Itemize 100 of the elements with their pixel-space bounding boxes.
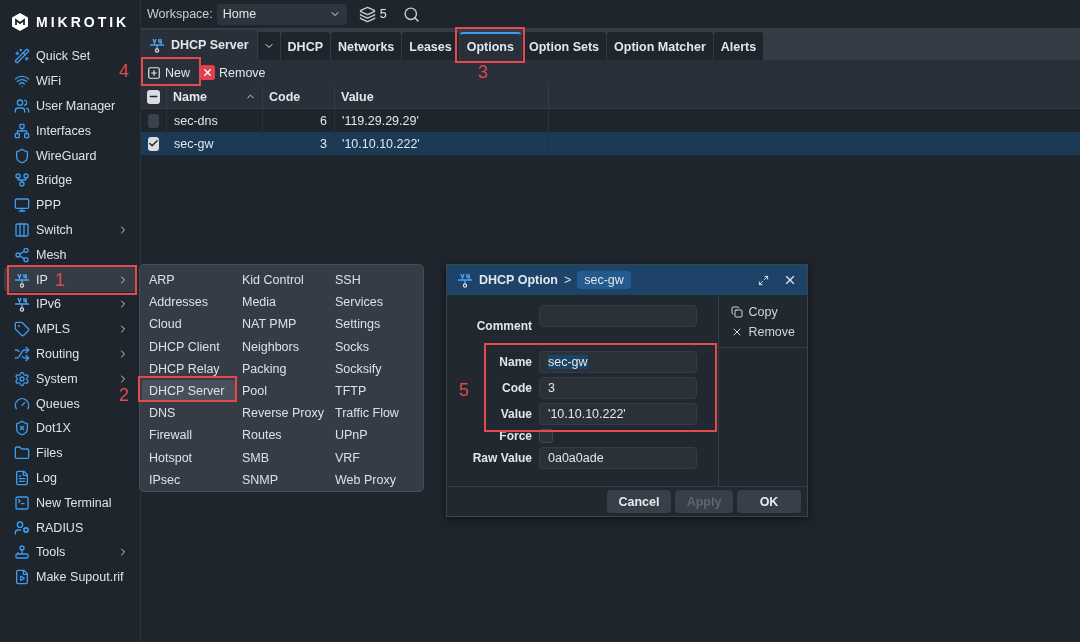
row-checkbox[interactable]: [148, 113, 159, 128]
joystick-icon: [14, 544, 30, 561]
menu-item[interactable]: Hotspot: [142, 446, 235, 469]
tab[interactable]: Alerts: [713, 32, 764, 60]
dialog-button[interactable]: OK: [737, 490, 801, 513]
windows-icon[interactable]: [358, 5, 376, 23]
tab[interactable]: Option Matcher: [607, 32, 713, 60]
tab[interactable]: Networks: [331, 32, 402, 60]
sidebar-item[interactable]: Queues: [4, 391, 88, 416]
sidebar-item[interactable]: RADIUS: [4, 515, 92, 540]
sidebar-item[interactable]: PPP: [4, 192, 69, 218]
menu-item[interactable]: ARP: [142, 269, 235, 292]
menu-item[interactable]: DHCP Client: [142, 335, 235, 358]
logo-icon: [10, 12, 30, 32]
menu-item[interactable]: Cloud: [142, 313, 235, 336]
tab[interactable]: DHCP: [280, 32, 330, 60]
sidebar-item[interactable]: Routing: [4, 341, 137, 367]
menu-item[interactable]: SNMP: [235, 468, 328, 491]
sidebar-item[interactable]: WiFi: [4, 68, 69, 94]
highlight-frame: [455, 27, 525, 63]
sidebar-item[interactable]: Mesh: [4, 242, 75, 268]
menu-item[interactable]: Addresses: [142, 291, 235, 314]
menu-item[interactable]: Firewall: [142, 424, 235, 447]
terminal-icon: [14, 494, 30, 511]
record-badge: sec-gw: [577, 271, 631, 289]
dialog-button[interactable]: Cancel: [607, 490, 671, 513]
sidebar-item[interactable]: Interfaces: [4, 118, 99, 144]
select-all-checkbox[interactable]: [147, 89, 160, 104]
menu-item[interactable]: Media: [235, 291, 328, 314]
menu-item[interactable]: Settings: [328, 313, 421, 336]
new-button[interactable]: New: [147, 65, 190, 80]
sidebar-item[interactable]: Log: [4, 465, 65, 491]
step-number: 1: [55, 271, 65, 289]
sidebar-item[interactable]: Make Supout.rif: [4, 564, 132, 590]
remove-button[interactable]: Remove: [200, 65, 266, 80]
tab[interactable]: Option Sets: [521, 32, 607, 60]
gauge-icon: [14, 395, 30, 412]
input-field[interactable]: 0a0a0ade: [539, 447, 697, 469]
sidebar-item[interactable]: Dot1X: [4, 415, 79, 441]
field-label: Value: [500, 407, 532, 421]
remove-button[interactable]: Remove: [731, 325, 795, 339]
menu-item[interactable]: Pool: [235, 379, 328, 403]
menu-item[interactable]: UPnP: [328, 424, 421, 447]
menu-item[interactable]: Routes: [235, 424, 328, 447]
menu-item[interactable]: IPsec: [142, 468, 235, 491]
search-icon[interactable]: [402, 5, 420, 23]
sidebar-item[interactable]: IPv6: [4, 291, 137, 317]
tab[interactable]: Leases: [402, 32, 459, 60]
windows-count: 5: [379, 7, 387, 21]
breadcrumb-separator: >: [563, 273, 572, 287]
table-cell: '10.10.10.222': [335, 132, 549, 155]
input-field[interactable]: '10.10.10.222': [539, 403, 697, 425]
copy-button[interactable]: Copy: [731, 305, 795, 319]
sidebar-item[interactable]: Tools: [4, 539, 137, 565]
network-node-icon: [149, 37, 165, 53]
close-icon[interactable]: [783, 273, 797, 287]
sidebar-item[interactable]: Switch: [4, 217, 137, 243]
sidebar-item[interactable]: MPLS: [4, 316, 137, 342]
network-node-icon: [14, 296, 30, 313]
sidebar-item[interactable]: Quick Set: [4, 44, 99, 69]
menu-item[interactable]: Services: [328, 291, 421, 314]
maximize-icon[interactable]: [758, 274, 769, 286]
input-field[interactable]: sec-gw: [539, 351, 697, 373]
wifi-icon: [14, 73, 30, 90]
menu-item[interactable]: SMB: [235, 446, 328, 469]
field-label: Name: [499, 355, 532, 369]
menu-item[interactable]: Kid Control: [235, 269, 328, 292]
tab[interactable]: Options: [459, 32, 521, 60]
menu-item[interactable]: Web Proxy: [328, 468, 421, 491]
menu-item[interactable]: DNS: [142, 402, 235, 425]
copy-icon: [731, 306, 744, 318]
menu-item[interactable]: Socksify: [328, 357, 421, 380]
sidebar-item[interactable]: Bridge: [4, 168, 81, 193]
menu-item[interactable]: NAT PMP: [235, 313, 328, 336]
sidebar-item[interactable]: New Terminal: [4, 490, 120, 516]
step-number: 4: [119, 62, 129, 80]
sidebar-item[interactable]: User Manager: [4, 93, 124, 119]
column-header[interactable]: Value: [335, 85, 549, 108]
menu-item[interactable]: DHCP Relay: [142, 357, 235, 380]
menu-item[interactable]: Traffic Flow: [328, 402, 421, 425]
sidebar-item[interactable]: WireGuard: [4, 143, 105, 168]
menu-item[interactable]: Packing: [235, 357, 328, 380]
menu-item[interactable]: DHCP Server: [142, 379, 235, 403]
tabs-dropdown-button[interactable]: [257, 32, 280, 60]
menu-item[interactable]: Socks: [328, 335, 421, 358]
workspace-select[interactable]: Home: [216, 3, 347, 25]
sidebar-item[interactable]: Files: [4, 440, 71, 466]
step-number: 3: [478, 63, 488, 81]
users-icon: [14, 98, 30, 114]
column-header[interactable]: Name: [167, 85, 263, 108]
menu-item[interactable]: SSH: [328, 269, 421, 292]
column-header[interactable]: Code: [263, 85, 335, 108]
menu-item[interactable]: VRF: [328, 446, 421, 469]
menu-item[interactable]: Neighbors: [235, 335, 328, 358]
folder-icon: [14, 445, 30, 462]
menu-item[interactable]: Reverse Proxy: [235, 402, 328, 425]
input-field[interactable]: 3: [539, 377, 697, 399]
table-row[interactable]: sec-gw 3 '10.10.10.222': [141, 132, 1080, 155]
menu-item[interactable]: TFTP: [328, 379, 421, 403]
row-checkbox[interactable]: [148, 136, 159, 151]
